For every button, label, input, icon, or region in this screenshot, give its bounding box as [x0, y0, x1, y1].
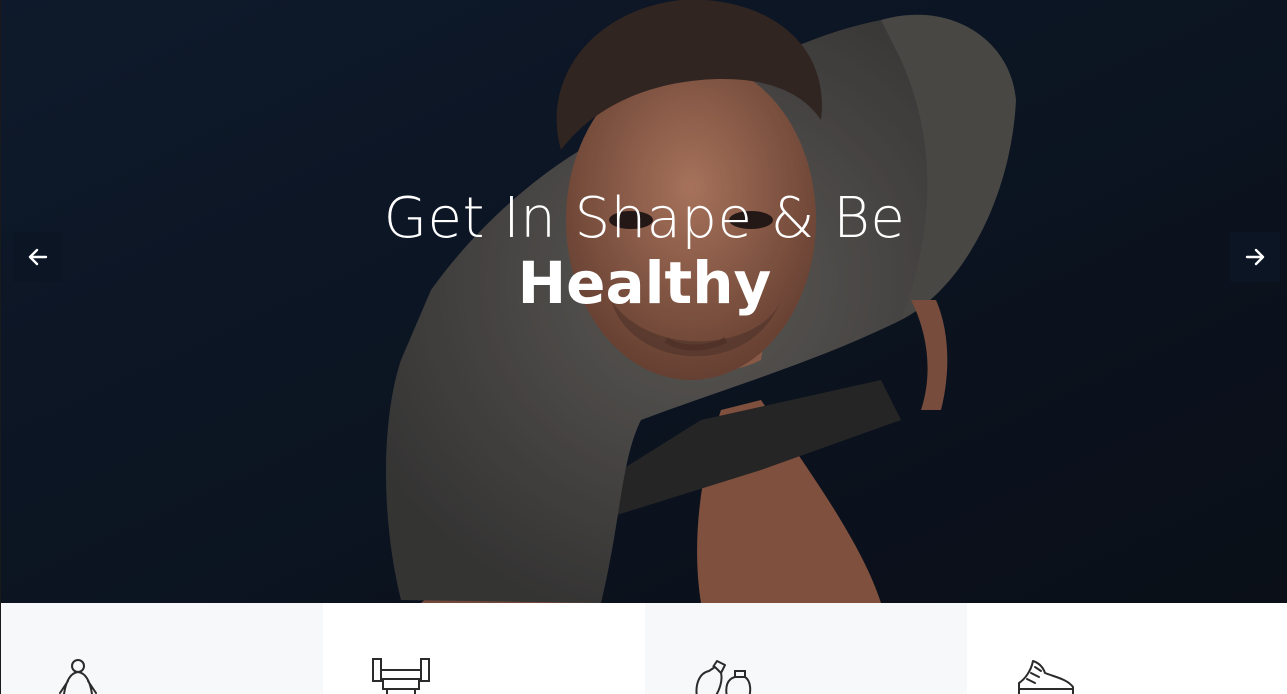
feature-strip [1, 603, 1287, 694]
dumbbell-bench-icon [372, 658, 430, 694]
arrow-left-icon [28, 248, 48, 266]
arrow-right-icon [1245, 248, 1265, 266]
hero-title-line1: Get In Shape & Be [383, 186, 906, 251]
feature-card-meditation[interactable] [1, 603, 323, 694]
meditation-icon [59, 659, 97, 694]
page: Get In Shape & Be Healthy [0, 0, 1287, 694]
hero-title-line2: Healthy [517, 249, 772, 317]
hero-title: Get In Shape & Be Healthy [1, 184, 1287, 316]
feature-card-weights[interactable] [323, 603, 645, 694]
feature-card-running[interactable] [967, 603, 1287, 694]
feature-card-boxing[interactable] [645, 603, 967, 694]
slider-prev-button[interactable] [13, 232, 63, 282]
boxing-gloves-icon [695, 660, 752, 694]
running-shoe-icon [1018, 660, 1074, 694]
hero-slider: Get In Shape & Be Healthy [1, 0, 1287, 603]
slider-next-button[interactable] [1230, 232, 1280, 282]
